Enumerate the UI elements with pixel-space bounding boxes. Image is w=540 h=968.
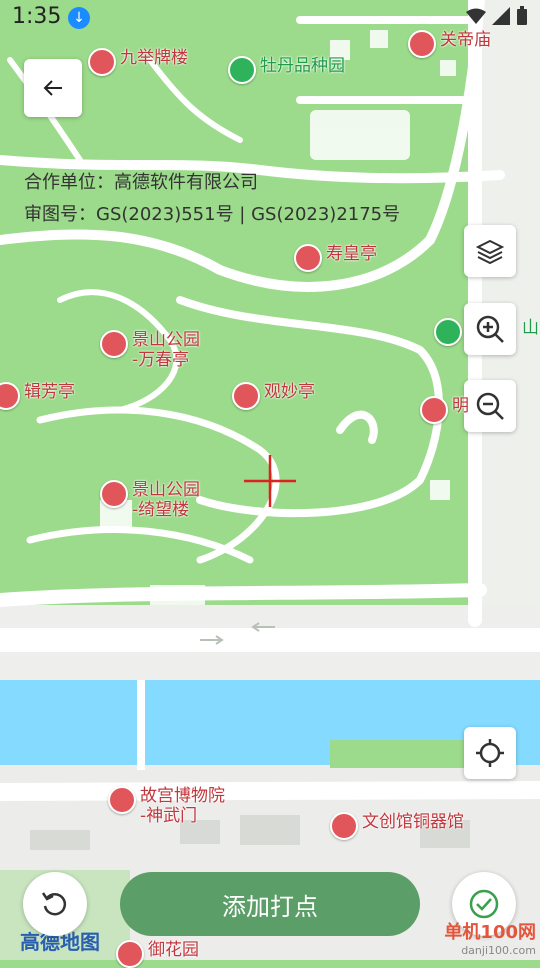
poi-label: 山 — [522, 318, 539, 338]
poi-label: 辑芳亭 — [24, 382, 75, 402]
poi-mudanpinzhongyuan[interactable]: 牡丹品种园 — [228, 56, 345, 84]
layers-icon — [476, 239, 504, 265]
poi-jifangting[interactable]: 辑芳亭 — [0, 382, 75, 410]
poi-jingshan[interactable]: 山 — [434, 318, 539, 346]
poi-pin-icon — [116, 940, 144, 968]
poi-label: 御花园 — [148, 940, 199, 960]
bridge — [137, 680, 145, 770]
wifi-icon — [466, 8, 486, 24]
center-crosshair-icon — [244, 455, 296, 507]
moat-garden — [330, 740, 470, 768]
poi-label: 文创馆铜器馆 — [362, 812, 464, 832]
poi-label: 故宫博物院 -神武门 — [140, 786, 225, 826]
poi-pin-icon — [88, 48, 116, 76]
check-circle-icon — [469, 889, 499, 919]
watermark-url: danji100.com — [461, 944, 536, 957]
zoom-out-button[interactable] — [464, 380, 516, 432]
poi-pin-icon — [294, 244, 322, 272]
poi-pin-icon — [420, 396, 448, 424]
poi-tree-icon — [228, 56, 256, 84]
status-time: 1:35 — [12, 4, 62, 29]
undo-icon — [41, 892, 67, 916]
map-copyright: 合作单位：高德软件有限公司 审图号：GS(2023)551号 | GS(2023… — [24, 167, 400, 231]
poi-pin-icon — [330, 812, 358, 840]
poi-label: 观妙亭 — [264, 382, 315, 402]
poi-label: 九举牌楼 — [120, 48, 188, 68]
poi-pin-icon — [100, 330, 128, 358]
status-bar: 1:35 ↓ — [0, 0, 540, 38]
poi-pin-icon — [100, 480, 128, 508]
back-button[interactable] — [24, 59, 82, 117]
locate-icon — [476, 739, 504, 767]
poi-pin-icon — [108, 786, 136, 814]
locate-button[interactable] — [464, 727, 516, 779]
poi-label: 寿皇亭 — [326, 244, 377, 264]
battery-icon — [517, 6, 527, 25]
watermark-title: 单机100网 — [444, 922, 536, 943]
poi-label: 景山公园 -绮望楼 — [132, 480, 200, 520]
site-watermark: 单机100网 danji100.com — [444, 918, 536, 957]
poi-pin-icon — [232, 382, 260, 410]
arrow-left-icon — [43, 80, 62, 96]
poi-qiwanglou[interactable]: 景山公园 -绮望楼 — [100, 480, 200, 520]
review-number-text: 审图号：GS(2023)551号 | GS(2023)2175号 — [24, 204, 401, 225]
add-point-button[interactable]: 添加打点 — [120, 872, 420, 936]
undo-button[interactable] — [23, 872, 87, 936]
poi-label: 明 — [452, 396, 469, 416]
poi-wenchuangguan[interactable]: 文创馆铜器馆 — [330, 812, 464, 840]
signal-icon — [492, 7, 510, 25]
poi-pin-icon — [0, 382, 20, 410]
poi-shouhuangting[interactable]: 寿皇亭 — [294, 244, 377, 272]
poi-wanchunting[interactable]: 景山公园 -万春亭 — [100, 330, 200, 370]
zoom-out-icon — [476, 392, 504, 420]
poi-guanmiaoting[interactable]: 观妙亭 — [232, 382, 315, 410]
poi-label: 景山公园 -万春亭 — [132, 330, 200, 370]
poi-jiujupailou[interactable]: 九举牌楼 — [88, 48, 188, 76]
download-icon: ↓ — [68, 7, 90, 29]
partner-text: 合作单位：高德软件有限公司 — [24, 172, 258, 193]
poi-yuhuayuan[interactable]: 御花园 — [116, 940, 199, 968]
poi-shenwumen[interactable]: 故宫博物院 -神武门 — [108, 786, 225, 826]
poi-label: 牡丹品种园 — [260, 56, 345, 76]
layers-button[interactable] — [464, 225, 516, 277]
poi-tree-icon — [434, 318, 462, 346]
poi-ming[interactable]: 明 — [420, 396, 469, 424]
status-icons — [466, 6, 528, 26]
